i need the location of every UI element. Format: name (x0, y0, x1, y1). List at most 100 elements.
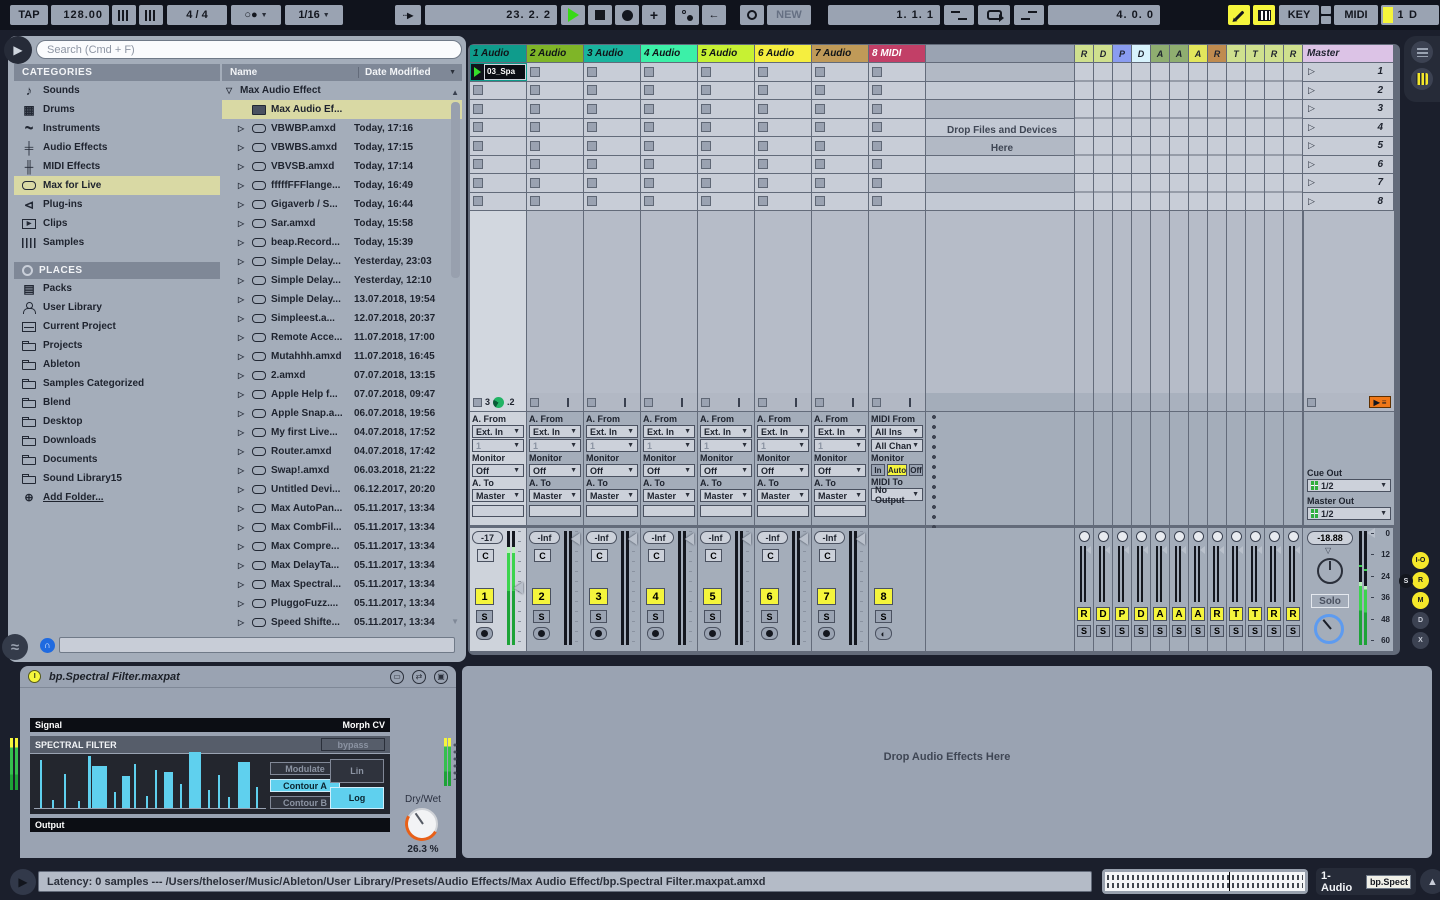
clip-overview[interactable] (1102, 869, 1308, 894)
sidebar-item-place[interactable]: Sound Library15 (14, 469, 220, 488)
return-track-activator[interactable]: D (1134, 607, 1148, 621)
clip-stop-button[interactable] (473, 178, 483, 188)
track-activator[interactable]: 1 (475, 588, 494, 605)
track-header[interactable]: 3 Audio (584, 45, 640, 62)
file-row[interactable]: ▽ ▷ Simpleest.a... 12.07.2018, 20:37 (222, 309, 462, 328)
drop-area-cell[interactable] (926, 63, 1074, 81)
return-fader-handle[interactable] (1276, 546, 1281, 554)
sidebar-item-place[interactable]: Ableton (14, 355, 220, 374)
drop-area-cell[interactable] (926, 174, 1074, 192)
expand-closed-icon[interactable]: ▷ (238, 219, 247, 228)
record-button[interactable] (615, 5, 639, 25)
clip-stop-button[interactable] (701, 178, 711, 188)
clip-slot[interactable] (698, 137, 754, 155)
arm-button[interactable] (704, 627, 721, 640)
clip-slot[interactable] (869, 174, 925, 192)
arm-button[interactable] (476, 627, 493, 640)
bypass-button[interactable]: bypass (321, 738, 385, 751)
clip-slot[interactable] (869, 63, 925, 81)
input-type-chooser[interactable]: Ext. In▼ (586, 425, 638, 438)
return-fader-handle[interactable] (1124, 546, 1129, 554)
clip-stop-button[interactable] (872, 178, 882, 188)
return-solo-button[interactable]: S (1267, 625, 1281, 637)
pan-field[interactable]: C (534, 549, 551, 562)
track-status-display[interactable] (641, 393, 697, 411)
input-channel-chooser[interactable]: 1▼ (757, 439, 809, 452)
file-row[interactable]: ▽ ▷ Apple Help f... 07.07.2018, 09:47 (222, 385, 462, 404)
volume-fader-handle[interactable] (856, 533, 865, 545)
expand-closed-icon[interactable]: ▷ (238, 580, 247, 589)
monitor-auto-button[interactable]: Auto (887, 464, 907, 476)
file-row[interactable]: ▽ ▷ Untitled Devi... 06.12.2017, 20:20 (222, 480, 462, 499)
return-fader-handle[interactable] (1143, 546, 1148, 554)
scene-launch-icon[interactable]: ▷ (1308, 122, 1315, 133)
clip-stop-button[interactable] (758, 196, 768, 206)
monitor-chooser[interactable]: Off▼ (643, 464, 695, 477)
file-row[interactable]: ▽ ▷ Max Spectral... 05.11.2017, 13:34 (222, 575, 462, 594)
solo-button[interactable]: S (704, 610, 721, 623)
return-solo-button[interactable]: S (1191, 625, 1205, 637)
cue-out-chooser[interactable]: 1/2▼ (1307, 479, 1391, 492)
return-pan-knob[interactable] (1250, 531, 1261, 542)
expand-closed-icon[interactable]: ▷ (238, 124, 247, 133)
return-pan-knob[interactable] (1155, 531, 1166, 542)
clip-slot[interactable] (641, 193, 697, 211)
clip-stop-button[interactable] (701, 122, 711, 132)
volume-fader-handle[interactable] (685, 533, 694, 545)
track-stop-button[interactable] (758, 398, 767, 407)
metronome-toggle[interactable]: ○●▼ (231, 5, 281, 25)
clip-stop-button[interactable] (758, 85, 768, 95)
file-row[interactable]: ▽ ▷ Simple Delay... Yesterday, 12:10 (222, 271, 462, 290)
clip-slot[interactable] (812, 174, 868, 192)
output-type-chooser[interactable]: Master▼ (472, 489, 524, 502)
return-track-header[interactable]: T (1246, 45, 1264, 62)
expand-closed-icon[interactable]: ▷ (238, 143, 247, 152)
loop-start-field[interactable]: 1. 1. 1 (828, 5, 940, 25)
input-type-chooser[interactable]: Ext. In▼ (529, 425, 581, 438)
clip-slot[interactable] (470, 193, 526, 211)
clip-slot[interactable] (755, 63, 811, 81)
sidebar-item-place[interactable]: Documents (14, 450, 220, 469)
clip-stop-button[interactable] (644, 159, 654, 169)
monitor-in-button[interactable]: In (871, 464, 885, 476)
expand-closed-icon[interactable]: ▷ (238, 162, 247, 171)
scene-launch-icon[interactable]: ▷ (1308, 140, 1315, 151)
input-type-chooser[interactable]: Ext. In▼ (700, 425, 752, 438)
play-button[interactable] (561, 5, 585, 25)
midi-map-button[interactable]: MIDI (1334, 5, 1378, 25)
return-solo-button[interactable]: S (1210, 625, 1224, 637)
clip-slot[interactable] (527, 137, 583, 155)
expand-closed-icon[interactable]: ▷ (238, 504, 247, 513)
expand-closed-icon[interactable]: ▷ (238, 295, 247, 304)
track-status-display[interactable] (527, 393, 583, 411)
volume-field[interactable]: -Inf (700, 531, 731, 544)
preview-headphones-icon[interactable]: ∩ (40, 638, 55, 653)
clip-slot[interactable] (869, 193, 925, 211)
spectrum-display[interactable]: Modulate Contour A Contour B Lin Log (30, 754, 390, 814)
input-type-chooser[interactable]: Ext. In▼ (472, 425, 524, 438)
track-activator[interactable]: 5 (703, 588, 722, 605)
file-row[interactable]: ▽ ▷ Mutahhh.amxd 11.07.2018, 16:45 (222, 347, 462, 366)
clip-stop-button[interactable] (587, 104, 597, 114)
track-column[interactable] (755, 211, 811, 393)
track-activator[interactable]: 6 (760, 588, 779, 605)
clip-slot[interactable] (869, 100, 925, 118)
track-delay-field[interactable] (757, 505, 809, 517)
return-track-header[interactable]: D (1094, 45, 1112, 62)
crossfader-knob[interactable] (1314, 614, 1344, 644)
unfold-device-icon[interactable]: ▭ (390, 670, 404, 684)
pan-field[interactable]: C (705, 549, 722, 562)
nudge-up-button[interactable] (139, 5, 163, 25)
clip-stop-button[interactable] (758, 122, 768, 132)
clip-slot[interactable] (584, 100, 640, 118)
clip-slot[interactable] (755, 119, 811, 137)
clip-slot[interactable] (470, 174, 526, 192)
clip-slot[interactable] (527, 193, 583, 211)
return-fader-handle[interactable] (1295, 546, 1300, 554)
file-row[interactable]: ▽ ▷ My first Live... 04.07.2018, 17:52 (222, 423, 462, 442)
expand-closed-icon[interactable]: ▷ (238, 333, 247, 342)
return-solo-button[interactable]: S (1153, 625, 1167, 637)
clip-slot[interactable] (755, 174, 811, 192)
sidebar-item-place[interactable]: Projects (14, 336, 220, 355)
monitor-chooser[interactable]: Off▼ (529, 464, 581, 477)
